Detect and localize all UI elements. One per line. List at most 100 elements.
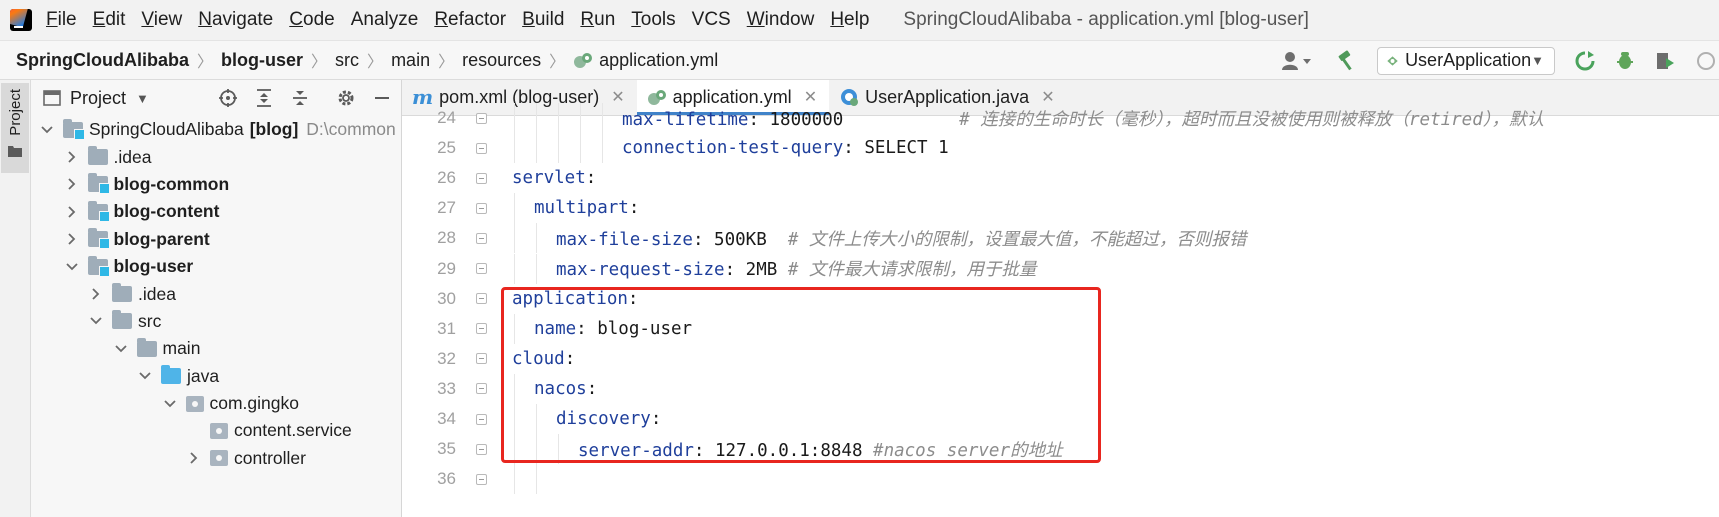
chevron-down-icon[interactable]	[114, 343, 127, 355]
build-hammer-icon[interactable]	[1335, 49, 1359, 73]
locate-target-icon[interactable]	[217, 87, 239, 109]
menu-refactor[interactable]: Refactor	[434, 9, 506, 31]
source-folder-icon	[161, 365, 181, 385]
menu-mnemonic: C	[289, 9, 303, 30]
editor: m pom.xml (blog-user) ✕ application.yml …	[402, 80, 1719, 517]
user-account-icon[interactable]	[1279, 49, 1319, 73]
chevron-down-icon[interactable]	[90, 315, 102, 327]
project-panel-title[interactable]: Project	[70, 88, 126, 109]
rerun-icon[interactable]	[1573, 49, 1597, 73]
menu-mnemonic: R	[434, 9, 449, 30]
breadcrumb-separator-icon: 〉	[197, 54, 214, 71]
debug-bug-icon[interactable]	[1613, 49, 1637, 73]
menu-build[interactable]: Build	[522, 9, 564, 31]
fold-marker-icon[interactable]	[476, 202, 487, 214]
breadcrumb-main[interactable]: main	[391, 50, 430, 71]
line-number: 36	[437, 469, 456, 489]
yaml-colon: :	[586, 378, 598, 399]
menu-file[interactable]: File	[46, 9, 77, 31]
tree-item[interactable]: main	[31, 335, 401, 362]
chevron-down-icon[interactable]	[41, 124, 53, 136]
fold-marker-icon[interactable]	[476, 263, 487, 274]
yaml-key: max-request-size	[556, 260, 725, 280]
fold-marker-icon[interactable]	[476, 232, 487, 244]
tree-item[interactable]: com.gingko	[31, 390, 401, 417]
fold-marker-icon[interactable]	[476, 443, 487, 455]
tree-item[interactable]: blog-parent	[31, 226, 401, 253]
breadcrumb-file-label: application.yml	[599, 49, 719, 70]
menu-label: iew	[153, 9, 183, 30]
menu-mnemonic: N	[198, 9, 212, 30]
menu-navigate[interactable]: Navigate	[198, 9, 273, 31]
menu-view[interactable]: View	[141, 9, 182, 31]
expand-all-icon[interactable]	[253, 87, 275, 109]
tree-item[interactable]: java	[31, 363, 401, 390]
run-configuration-select[interactable]: UserApplication ▼	[1377, 46, 1555, 75]
menu-window[interactable]: Window	[747, 9, 815, 31]
fold-marker-icon[interactable]	[476, 172, 487, 184]
fold-marker-icon[interactable]	[476, 323, 487, 335]
tree-item[interactable]: .idea	[31, 280, 401, 307]
line-number: 26	[437, 168, 456, 188]
gear-icon[interactable]	[335, 87, 357, 109]
spring-boot-icon	[1387, 55, 1398, 66]
indent-guide	[558, 103, 559, 134]
code-line: 33 nacos:	[402, 373, 1719, 404]
project-tool-window-tab[interactable]: Project	[1, 83, 29, 173]
tree-item[interactable]: content.service	[31, 417, 401, 444]
menu-analyze[interactable]: Analyze	[351, 9, 419, 31]
chevron-down-icon[interactable]	[139, 370, 151, 382]
tree-item[interactable]: src	[31, 308, 401, 335]
tree-item[interactable]: .idea	[31, 143, 401, 170]
minimize-icon[interactable]	[371, 87, 393, 109]
breadcrumb-resources[interactable]: resources	[462, 50, 541, 71]
collapse-all-icon[interactable]	[289, 87, 311, 109]
menu-vcs[interactable]: VCS	[692, 9, 731, 31]
package-icon	[210, 422, 228, 439]
module-folder-icon	[63, 118, 85, 140]
menu-tools[interactable]: Tools	[631, 9, 675, 31]
yaml-comment: # 文件上传大小的限制，设置最大值，不能超过，否则报错	[787, 229, 1247, 250]
chevron-right-icon[interactable]	[66, 151, 78, 163]
chevron-right-icon[interactable]	[188, 452, 200, 465]
chevron-down-icon[interactable]	[65, 261, 78, 273]
coverage-icon[interactable]	[1653, 49, 1677, 73]
menu-run[interactable]: Run	[580, 9, 615, 31]
fold-marker-icon[interactable]	[476, 353, 487, 365]
fold-marker-icon[interactable]	[476, 413, 487, 425]
fold-marker-icon[interactable]	[476, 142, 487, 154]
fold-marker-icon[interactable]	[476, 112, 487, 124]
tree-item[interactable]: blog-content	[31, 198, 401, 225]
menu-edit[interactable]: Edit	[93, 9, 126, 31]
chevron-right-icon[interactable]	[90, 288, 102, 300]
tree-item[interactable]: blog-common	[31, 171, 401, 198]
fold-marker-icon[interactable]	[476, 293, 487, 305]
chevron-right-icon[interactable]	[66, 206, 78, 218]
breadcrumb-project[interactable]: SpringCloudAlibaba	[16, 50, 189, 71]
breadcrumb-file[interactable]: application.yml	[573, 50, 718, 71]
menu-mnemonic: R	[580, 9, 595, 30]
chevron-down-icon[interactable]	[163, 398, 176, 410]
chevron-right-icon[interactable]	[66, 233, 78, 245]
chevron-right-icon[interactable]	[66, 178, 78, 191]
profiler-icon[interactable]	[1693, 49, 1717, 73]
code-text: connection-test-query: SELECT 1	[622, 138, 949, 158]
breadcrumb-module[interactable]: blog-user	[221, 50, 303, 71]
tree-item[interactable]: blog-user	[31, 253, 401, 280]
menu-code[interactable]: Code	[289, 9, 334, 31]
indent-guide	[514, 133, 515, 164]
line-number: 25	[437, 138, 456, 158]
module-folder-icon	[87, 173, 110, 195]
fold-marker-icon[interactable]	[476, 473, 487, 485]
chevron-down-icon[interactable]: ▼	[136, 91, 149, 106]
code-text: max-file-size: 500KB # 文件上传大小的限制，设置最大值，不…	[556, 226, 1246, 251]
tree-item-label: .idea	[138, 283, 176, 304]
yaml-colon: :	[564, 348, 576, 369]
breadcrumb-src[interactable]: src	[335, 50, 359, 71]
tree-item[interactable]: SpringCloudAlibaba [blog] D:\common	[31, 116, 401, 143]
fold-marker-icon[interactable]	[476, 383, 487, 395]
menu-mnemonic: F	[46, 9, 58, 30]
tree-item[interactable]: controller	[31, 445, 401, 472]
code-area[interactable]: 24 max-lifetime: 1800000 # 连接的生命时长（毫秒），超时…	[402, 103, 1719, 517]
menu-help[interactable]: Help	[830, 9, 869, 31]
